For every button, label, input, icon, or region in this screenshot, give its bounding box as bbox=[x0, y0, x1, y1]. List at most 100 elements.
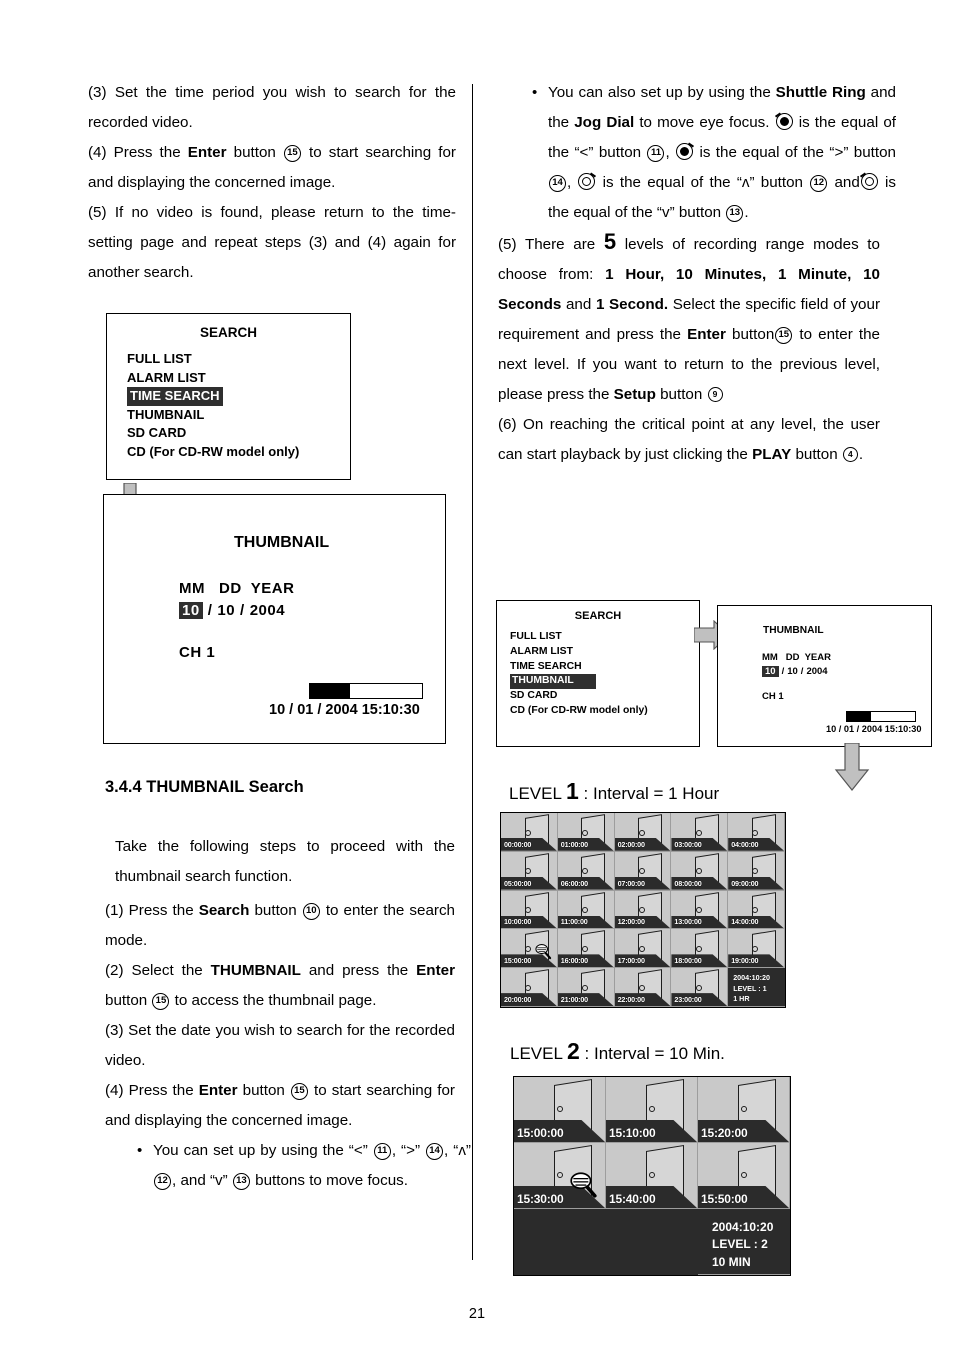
year-field[interactable]: 2004 bbox=[250, 602, 285, 619]
thumbnail-cell[interactable]: 22:00:00 bbox=[614, 968, 672, 1007]
grid-info-panel: 2004:10:20 LEVEL : 11 HR bbox=[728, 968, 785, 1007]
menu-item-label: SD CARD bbox=[127, 425, 187, 440]
menu-item-alarm-list-right[interactable]: ALARM LIST bbox=[510, 645, 699, 660]
menu-item-time-search[interactable]: TIME SEARCH bbox=[127, 387, 350, 406]
door-knob-icon bbox=[581, 946, 588, 953]
timestamp-left: 10 / 01 / 2004 15:10:30 bbox=[269, 702, 420, 718]
thumbnail-cell[interactable]: 12:00:00 bbox=[614, 890, 672, 930]
search-menu-title: SEARCH bbox=[199, 325, 257, 340]
enter-bold-2: Enter bbox=[416, 962, 455, 979]
year-field-right[interactable]: 2004 bbox=[806, 666, 827, 677]
level-1-number: 1 bbox=[566, 778, 579, 804]
step-4-thumbnail: (4) Press the Enter button 15 to start s… bbox=[105, 1076, 455, 1136]
thumbnail-timestamp: 19:00:00 bbox=[731, 956, 759, 966]
thumbnail-cell[interactable]: 18:00:00 bbox=[671, 929, 729, 969]
channel-field-left[interactable]: CH 1 bbox=[179, 644, 445, 661]
thumbnail-cell[interactable]: 15:20:00 bbox=[698, 1077, 790, 1143]
search-menu-box-right: SEARCH FULL LIST ALARM LIST TIME SEARCH … bbox=[496, 600, 700, 747]
menu-item-label: ALARM LIST bbox=[510, 645, 573, 657]
thumbnail-cell[interactable]: 15:00:00 bbox=[501, 929, 558, 969]
step-5-label: (5) bbox=[88, 204, 107, 221]
thumbnail-cell[interactable]: 17:00:00 bbox=[614, 929, 672, 969]
menu-item-cd[interactable]: CD (For CD-RW model only) bbox=[127, 443, 350, 462]
thumbnail-cell[interactable]: 08:00:00 bbox=[671, 851, 729, 891]
info-interval: 10 MIN bbox=[712, 1254, 751, 1269]
level-1-label-pre: LEVEL bbox=[509, 784, 567, 803]
thumbnail-dialog-right: THUMBNAIL MM DD YEAR 10/10/2004 CH 1 10 … bbox=[717, 605, 932, 747]
thumbnail-cell[interactable]: 13:00:00 bbox=[671, 890, 729, 930]
thumbnail-timestamp: 16:00:00 bbox=[560, 956, 588, 966]
level-1-label: LEVEL 1 : Interval = 1 Hour bbox=[509, 778, 719, 805]
thumbnail-cell[interactable]: 03:00:00 bbox=[671, 813, 729, 852]
thumbnail-cell[interactable]: 15:50:00 bbox=[698, 1143, 790, 1209]
thumbnail-cell[interactable]: 01:00:00 bbox=[557, 813, 615, 852]
thumbnail-cell[interactable]: 09:00:00 bbox=[728, 851, 785, 891]
step-1-a: Press the bbox=[128, 902, 199, 919]
thumbnail-cell[interactable]: 04:00:00 bbox=[728, 813, 785, 852]
thumbnail-cell[interactable]: 20:00:00 bbox=[501, 968, 558, 1007]
badge-10-icon: 10 bbox=[302, 903, 320, 920]
step-6-b: button bbox=[791, 446, 842, 463]
thumbnail-cell[interactable]: 05:00:00 bbox=[501, 851, 558, 891]
day-field[interactable]: 10 bbox=[217, 602, 235, 619]
step-3-thumbnail: (3) Set the date you wish to search for … bbox=[105, 1016, 455, 1076]
menu-item-thumbnail-right[interactable]: THUMBNAIL bbox=[510, 674, 699, 690]
step-3-label: (3) bbox=[88, 84, 107, 101]
thumbnail-cell[interactable]: 15:00:00 bbox=[514, 1077, 606, 1143]
thumbnail-grid-level-1[interactable]: 00:00:00 01:00:00 02:00:00 03:00:00 04:00:00… bbox=[500, 812, 786, 1008]
step-6-right: (6) On reaching the critical point at an… bbox=[498, 410, 880, 470]
step-4-text-a: Press the bbox=[113, 144, 188, 161]
thumbnail-timestamp: 11:00:00 bbox=[560, 917, 588, 927]
channel-field-right[interactable]: CH 1 bbox=[762, 691, 931, 702]
menu-item-thumbnail[interactable]: THUMBNAIL bbox=[127, 406, 350, 425]
thumbnail-timestamp: 05:00:00 bbox=[504, 878, 532, 888]
rb-i: and bbox=[828, 174, 860, 191]
thumbnail-cell[interactable]: 02:00:00 bbox=[614, 813, 672, 852]
thumbnail-cell[interactable]: 10:00:00 bbox=[501, 890, 558, 930]
thumbnail-cell[interactable]: 19:00:00 bbox=[728, 929, 785, 969]
step-4b-a: Press the bbox=[128, 1082, 199, 1099]
menu-item-label: FULL LIST bbox=[127, 351, 192, 366]
door-knob-icon bbox=[695, 907, 702, 914]
menu-item-cd-right[interactable]: CD (For CD-RW model only) bbox=[510, 704, 699, 719]
thumbnail-cell[interactable]: 11:00:00 bbox=[557, 890, 615, 930]
month-field[interactable]: 10 bbox=[179, 602, 203, 619]
thumbnail-cell[interactable]: 16:00:00 bbox=[557, 929, 615, 969]
door-knob-icon bbox=[649, 1171, 656, 1178]
info-date: 2004:10:20 bbox=[733, 973, 770, 983]
bullet-b: , “>” bbox=[391, 1142, 426, 1159]
step-2-b2: button bbox=[105, 992, 152, 1009]
thumbnail-cell[interactable]: 21:00:00 bbox=[557, 968, 615, 1007]
door-knob-icon bbox=[695, 984, 702, 991]
month-field-right[interactable]: 10 bbox=[762, 666, 779, 677]
step-3-left: (3) Set the time period you wish to sear… bbox=[88, 78, 456, 138]
thumbnail-cell[interactable]: 06:00:00 bbox=[557, 851, 615, 891]
door-knob-icon bbox=[557, 1171, 564, 1178]
thumbnail-cell[interactable]: 00:00:00 bbox=[501, 813, 558, 852]
thumbnail-cell[interactable]: 15:30:00 bbox=[514, 1143, 606, 1209]
thumbnail-cell[interactable]: 15:40:00 bbox=[606, 1143, 698, 1209]
search-menu-box-left: SEARCH FULL LIST ALARM LIST TIME SEARCH … bbox=[106, 313, 351, 480]
menu-item-full-list[interactable]: FULL LIST bbox=[127, 350, 350, 369]
menu-item-sd-card-right[interactable]: SD CARD bbox=[510, 689, 699, 704]
menu-item-time-search-right[interactable]: TIME SEARCH bbox=[510, 660, 699, 675]
badge-15-icon: 15 bbox=[775, 327, 793, 344]
thumbnail-timestamp: 02:00:00 bbox=[617, 839, 645, 849]
menu-item-full-list-right[interactable]: FULL LIST bbox=[510, 630, 699, 645]
menu-item-sd-card[interactable]: SD CARD bbox=[127, 424, 350, 443]
search-menu-title-right: SEARCH bbox=[574, 610, 622, 622]
thumbnail-timestamp: 13:00:00 bbox=[674, 917, 702, 927]
door-knob-icon bbox=[525, 829, 532, 836]
thumbnail-cell[interactable]: 07:00:00 bbox=[614, 851, 672, 891]
thumbnail-dialog-title-right: THUMBNAIL bbox=[763, 625, 824, 636]
menu-item-alarm-list[interactable]: ALARM LIST bbox=[127, 369, 350, 388]
door-knob-icon bbox=[695, 868, 702, 875]
thumbnail-cell[interactable]: 15:10:00 bbox=[606, 1077, 698, 1143]
info-level: LEVEL : 1 bbox=[733, 983, 767, 993]
thumbnail-cell[interactable]: 23:00:00 bbox=[671, 968, 729, 1007]
enter-bold-right: Enter bbox=[687, 326, 726, 343]
thumbnail-cell[interactable]: 14:00:00 bbox=[728, 890, 785, 930]
day-field-right[interactable]: 10 bbox=[787, 666, 798, 677]
badge-9-icon: 9 bbox=[707, 387, 723, 402]
thumbnail-grid-level-2[interactable]: 15:00:00 15:10:00 15:20:00 15:30:00 15:40:00… bbox=[513, 1076, 791, 1276]
